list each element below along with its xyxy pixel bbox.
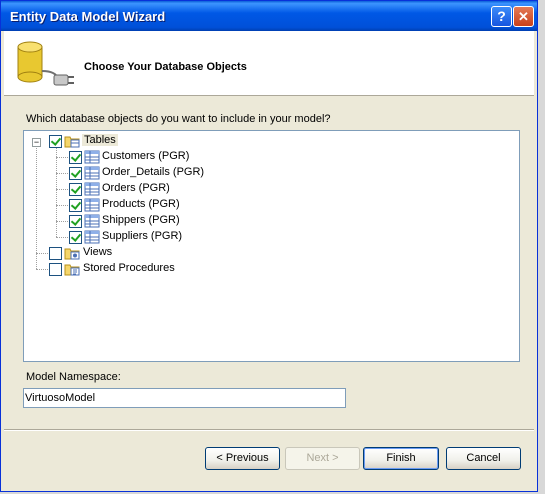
tree-node-tables[interactable]: − Tables — [24, 133, 224, 149]
tree-label-table: Customers (PGR) — [102, 150, 190, 162]
tree-node-table[interactable]: Suppliers (PGR) — [24, 229, 324, 245]
table-icon — [84, 166, 100, 180]
tree-label-table: Orders (PGR) — [102, 182, 170, 194]
wizard-window: Entity Data Model Wizard ? ✕ Choose Your… — [0, 0, 538, 492]
tree-label-table: Products (PGR) — [102, 198, 180, 210]
tree-node-table[interactable]: Shippers (PGR) — [24, 213, 324, 229]
tree-label-table: Shippers (PGR) — [102, 214, 180, 226]
database-objects-tree[interactable]: − Tables Customers (PGR) Order_Details (… — [23, 130, 520, 362]
tree-node-procedures[interactable]: Stored Procedures — [24, 261, 224, 277]
database-plug-icon — [17, 41, 74, 86]
tree-label-views: Views — [83, 246, 113, 258]
prompt-label: Which database objects do you want to in… — [26, 113, 331, 125]
tree-label-table: Suppliers (PGR) — [102, 230, 183, 242]
table-checkbox[interactable] — [69, 215, 82, 228]
tree-label-procedures: Stored Procedures — [83, 262, 175, 274]
table-checkbox[interactable] — [69, 151, 82, 164]
folder-table-icon — [64, 136, 80, 148]
table-icon — [84, 198, 100, 212]
cancel-button[interactable]: Cancel — [446, 447, 521, 470]
folder-view-icon — [64, 248, 80, 260]
title-bar[interactable]: Entity Data Model Wizard ? ✕ — [1, 1, 537, 31]
tree-node-table[interactable]: Order_Details (PGR) — [24, 165, 324, 181]
previous-button[interactable]: < Previous — [205, 447, 280, 470]
tree-node-table[interactable]: Orders (PGR) — [24, 181, 324, 197]
window-title: Entity Data Model Wizard — [10, 9, 166, 24]
namespace-label: Model Namespace: — [26, 371, 121, 383]
collapse-toggle[interactable]: − — [32, 138, 41, 147]
tree-label-tables: Tables — [82, 134, 118, 146]
help-button[interactable]: ? — [491, 6, 512, 27]
table-checkbox[interactable] — [69, 231, 82, 244]
tree-node-table[interactable]: Products (PGR) — [24, 197, 324, 213]
table-checkbox[interactable] — [69, 167, 82, 180]
tree-node-table[interactable]: Customers (PGR) — [24, 149, 324, 165]
table-checkbox[interactable] — [69, 183, 82, 196]
procedures-checkbox[interactable] — [49, 263, 62, 276]
table-icon — [84, 214, 100, 228]
table-icon — [84, 182, 100, 196]
tree-label-table: Order_Details (PGR) — [102, 166, 205, 178]
next-button[interactable]: Next > — [285, 447, 360, 470]
tree-node-views[interactable]: Views — [24, 245, 224, 261]
namespace-input[interactable] — [23, 388, 346, 408]
close-button[interactable]: ✕ — [513, 6, 534, 27]
wizard-header: Choose Your Database Objects — [4, 31, 534, 96]
table-checkbox[interactable] — [69, 199, 82, 212]
folder-procedure-icon — [64, 264, 80, 276]
views-checkbox[interactable] — [49, 247, 62, 260]
tables-checkbox[interactable] — [49, 135, 62, 148]
finish-button[interactable]: Finish — [363, 447, 439, 470]
table-icon — [84, 150, 100, 164]
button-separator — [4, 429, 534, 431]
page-title: Choose Your Database Objects — [84, 61, 247, 73]
table-icon — [84, 230, 100, 244]
